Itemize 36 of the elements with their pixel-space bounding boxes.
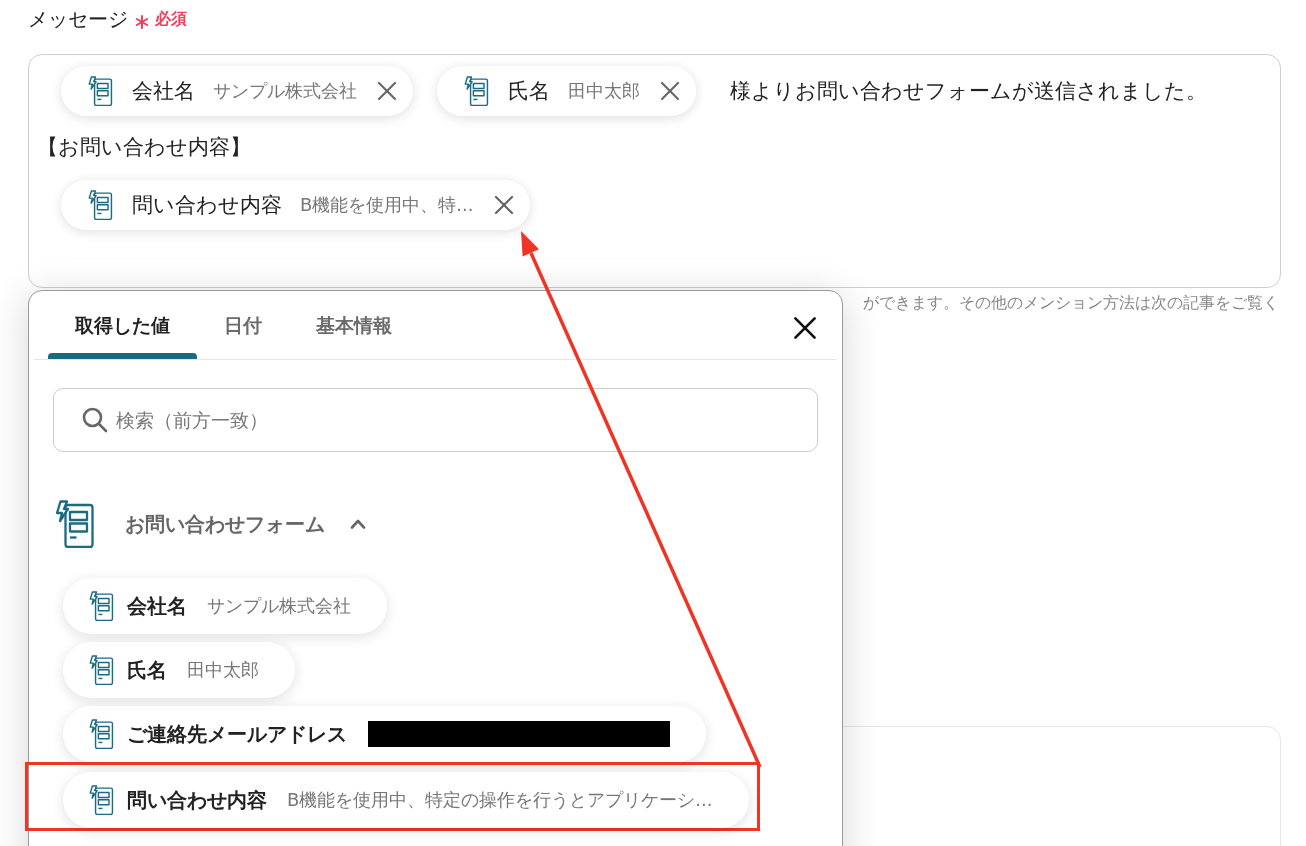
- form-bolt-icon: [89, 719, 114, 749]
- form-bolt-icon: [54, 500, 96, 548]
- tab[interactable]: 基本情報: [289, 291, 419, 359]
- close-icon: [660, 81, 680, 101]
- remove-button[interactable]: [377, 81, 397, 101]
- close-button[interactable]: [793, 316, 817, 340]
- section-title: お問い合わせフォーム: [125, 510, 325, 538]
- tab[interactable]: 取得した値: [48, 291, 197, 359]
- form-bolt-icon: [89, 785, 114, 815]
- list-item[interactable]: 氏名 田中太郎: [63, 642, 295, 698]
- required-label: 必須: [155, 8, 187, 30]
- close-icon: [493, 195, 514, 215]
- field-label: メッセージ: [28, 5, 128, 33]
- hint-text: ができます。その他のメンション方法は次の記事をご覧く: [863, 292, 1279, 314]
- search-field[interactable]: 検索（前方一致）: [53, 388, 818, 452]
- variable-chip[interactable]: 問い合わせ内容 B機能を使用中、特...: [61, 180, 530, 230]
- list-item[interactable]: 会社名 サンプル株式会社: [63, 578, 387, 634]
- form-bolt-icon: [89, 591, 114, 621]
- message-field[interactable]: 会社名 サンプル株式会社 氏名 田中太郎 様よりお問い合わせフォームが送信されました。 【お問い合わせ内容】 問い合わせ内容 B機能を使用中、特...: [28, 54, 1281, 288]
- search-icon: [82, 407, 108, 433]
- close-icon: [377, 81, 397, 101]
- list-item[interactable]: 問い合わせ内容 B機能を使用中、特定の操作を行うとアプリケーシ...: [63, 772, 749, 828]
- close-icon: [793, 316, 817, 340]
- form-bolt-icon: [89, 655, 114, 685]
- caret-icon[interactable]: [349, 518, 367, 530]
- message-text: 様よりお問い合わせフォームが送信されました。: [730, 78, 1207, 105]
- form-bolt-icon: [88, 190, 113, 220]
- remove-button[interactable]: [493, 195, 514, 215]
- variable-chip[interactable]: 会社名 サンプル株式会社: [61, 66, 413, 116]
- message-text: 【お問い合わせ内容】: [37, 134, 251, 161]
- list-item[interactable]: ご連絡先メールアドレス: [63, 706, 706, 762]
- variable-chip[interactable]: 氏名 田中太郎: [437, 66, 696, 116]
- form-bolt-icon: [464, 76, 489, 106]
- form-bolt-icon: [88, 76, 113, 106]
- tab[interactable]: 日付: [197, 291, 289, 359]
- remove-button[interactable]: [660, 81, 680, 101]
